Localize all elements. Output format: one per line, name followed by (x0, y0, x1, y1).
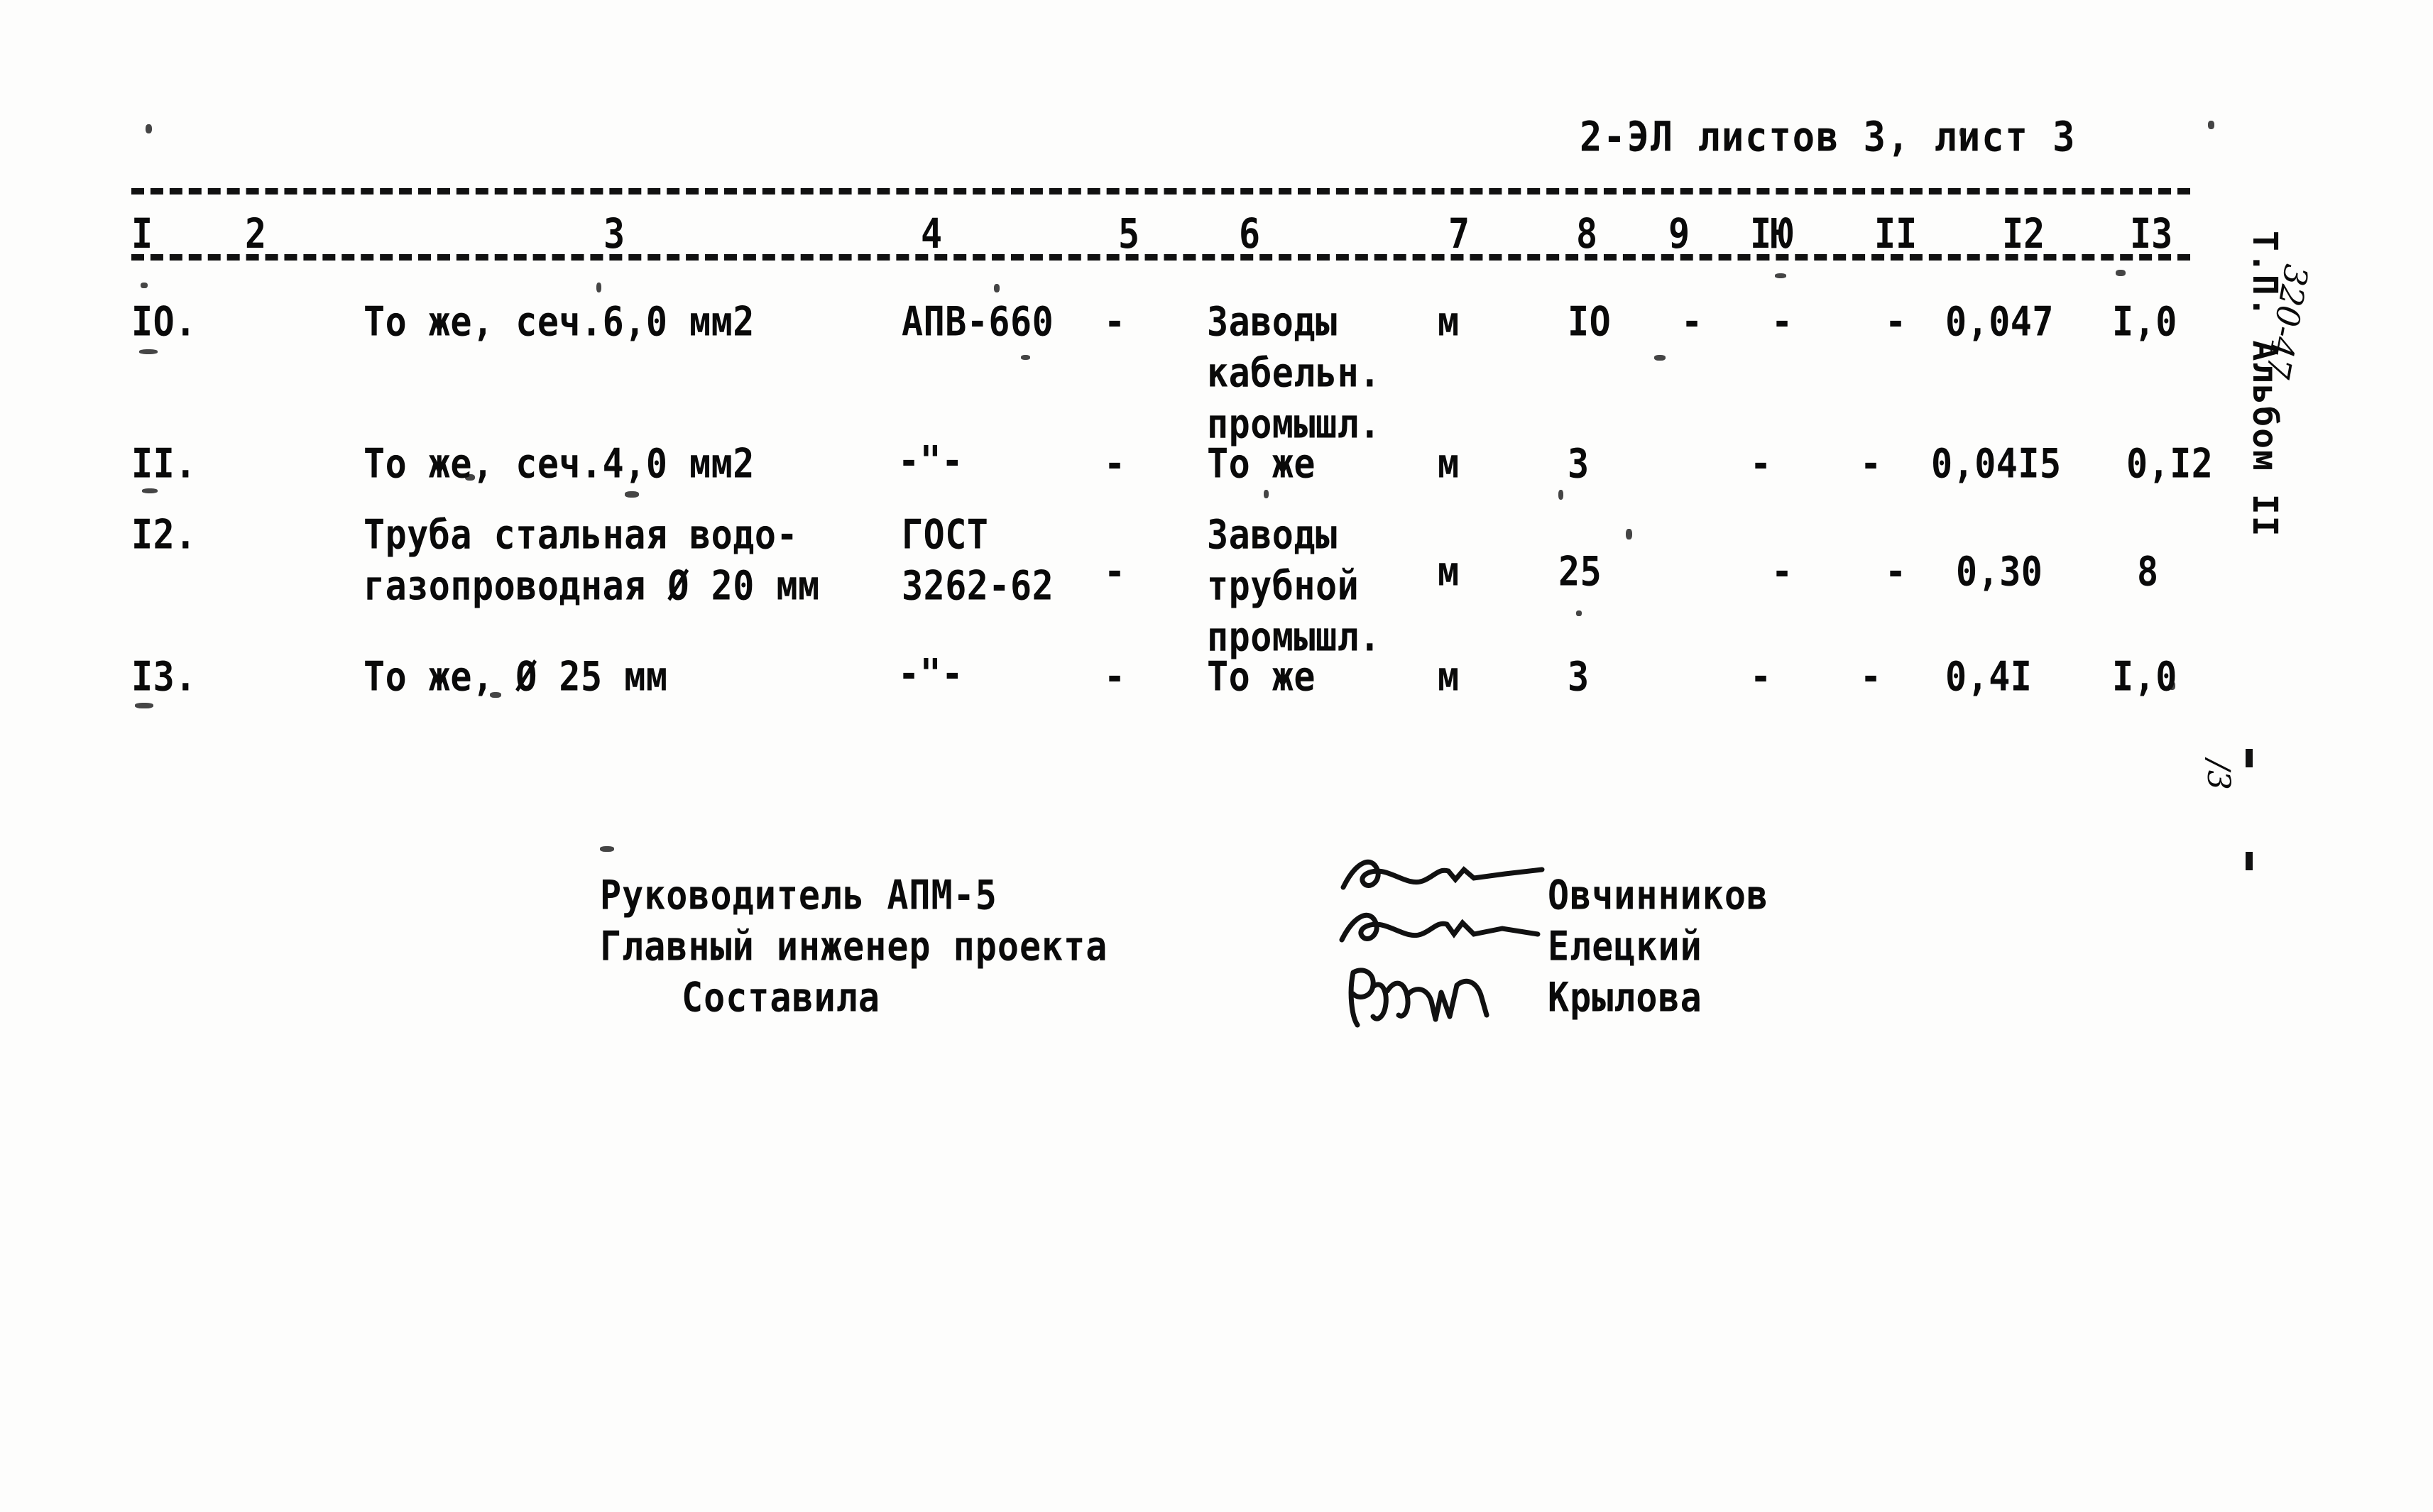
item-standard: ГОСТ 3262-62 (902, 511, 1054, 610)
row-number: II. (131, 440, 197, 488)
item-col9: - (1681, 298, 1703, 346)
item-col11: - (1860, 440, 1882, 488)
item-col5: - (1104, 440, 1126, 488)
item-col11: - (1885, 548, 1907, 596)
item-col10: - (1750, 653, 1772, 701)
item-col5: - (1104, 298, 1126, 346)
item-name: Труба стальная водо- газопроводная Ø 20 … (363, 511, 820, 610)
scan-speck (1654, 355, 1666, 361)
signature-name-compiler: Крылова (1548, 974, 1702, 1021)
item-total-mass: 0,I2 (2126, 440, 2214, 488)
row-number: IO. (131, 298, 197, 346)
scan-speck (2208, 121, 2214, 129)
item-supplier: Заводы кабельн. промышл. (1207, 298, 1381, 448)
item-name: То же, сеч.4,0 мм2 (363, 440, 755, 488)
signature-label-engineer: Главный инженер проекта (600, 923, 1108, 970)
item-quantity: 25 (1558, 548, 1602, 596)
scan-speck (1775, 273, 1786, 278)
handwritten-signature-compiler (1348, 968, 1489, 1028)
item-quantity: 3 (1568, 653, 1590, 701)
item-col11: - (1860, 653, 1882, 701)
item-mass: 0,04I5 (1931, 440, 2062, 488)
item-unit: м (1438, 653, 1460, 701)
item-mass: 0,047 (1945, 298, 2055, 346)
item-unit: м (1438, 440, 1460, 488)
scan-speck (490, 692, 501, 698)
signature-name-manager: Овчинников (1548, 872, 1769, 919)
scan-speck (465, 474, 475, 481)
item-standard: -"- (898, 650, 963, 698)
scan-speck (1626, 529, 1632, 539)
scan-speck (141, 283, 148, 288)
row-number: I3. (131, 653, 197, 701)
scan-speck (625, 491, 639, 498)
item-col10: - (1771, 298, 1793, 346)
scan-speck (1021, 355, 1030, 360)
scan-speck (1576, 610, 1582, 616)
item-col11: - (1885, 298, 1907, 346)
document-page: 2-ЭЛ листов 3, лист 3 I 2 3 4 5 6 7 8 9 … (0, 0, 2433, 1512)
item-supplier: То же (1207, 440, 1316, 488)
scan-speck (146, 124, 152, 133)
materials-table: IO. То же, сеч.6,0 мм2 АПВ-660 - Заводы … (0, 0, 2433, 1512)
signature-label-compiler: Составила (682, 974, 880, 1021)
scan-speck (994, 284, 1000, 292)
item-standard: АПВ-660 (902, 298, 1054, 346)
item-unit: м (1438, 298, 1460, 346)
item-quantity: 3 (1568, 440, 1590, 488)
item-col10: - (1750, 440, 1772, 488)
item-name: То же, сеч.6,0 мм2 (363, 298, 755, 346)
item-name: То же, Ø 25 мм (363, 653, 668, 701)
scan-speck (142, 488, 158, 493)
signature-name-engineer: Елецкий (1548, 923, 1702, 970)
scan-speck (1558, 490, 1563, 500)
scan-speck (596, 283, 601, 292)
item-col10: - (1771, 548, 1793, 596)
row-number: I2. (131, 511, 197, 559)
scan-speck (139, 349, 158, 354)
margin-dash-bottom (2246, 852, 2253, 870)
scan-speck (2116, 270, 2126, 276)
scan-speck (2169, 681, 2175, 690)
item-total-mass: I,0 (2112, 298, 2177, 346)
item-col5: - (1104, 653, 1126, 701)
item-unit: м (1438, 548, 1460, 596)
item-supplier: Заводы трубной промышл. (1207, 511, 1381, 661)
item-mass: 0,4I (1945, 653, 2033, 701)
scan-speck (135, 703, 153, 708)
item-total-mass: 8 (2137, 548, 2159, 596)
item-col5: - (1104, 548, 1126, 596)
margin-dash-top (2246, 749, 2253, 767)
scan-speck (1959, 128, 1965, 137)
scan-speck (600, 846, 614, 852)
item-mass: 0,30 (1956, 548, 2043, 596)
scan-speck (1264, 490, 1269, 498)
item-total-mass: I,0 (2112, 653, 2177, 701)
item-quantity: IO (1568, 298, 1612, 346)
item-supplier: То же (1207, 653, 1316, 701)
item-standard: -"- (898, 437, 963, 485)
margin-page-fraction: /3 (2200, 760, 2236, 790)
signature-label-manager: Руководитель АПМ-5 (600, 872, 997, 919)
